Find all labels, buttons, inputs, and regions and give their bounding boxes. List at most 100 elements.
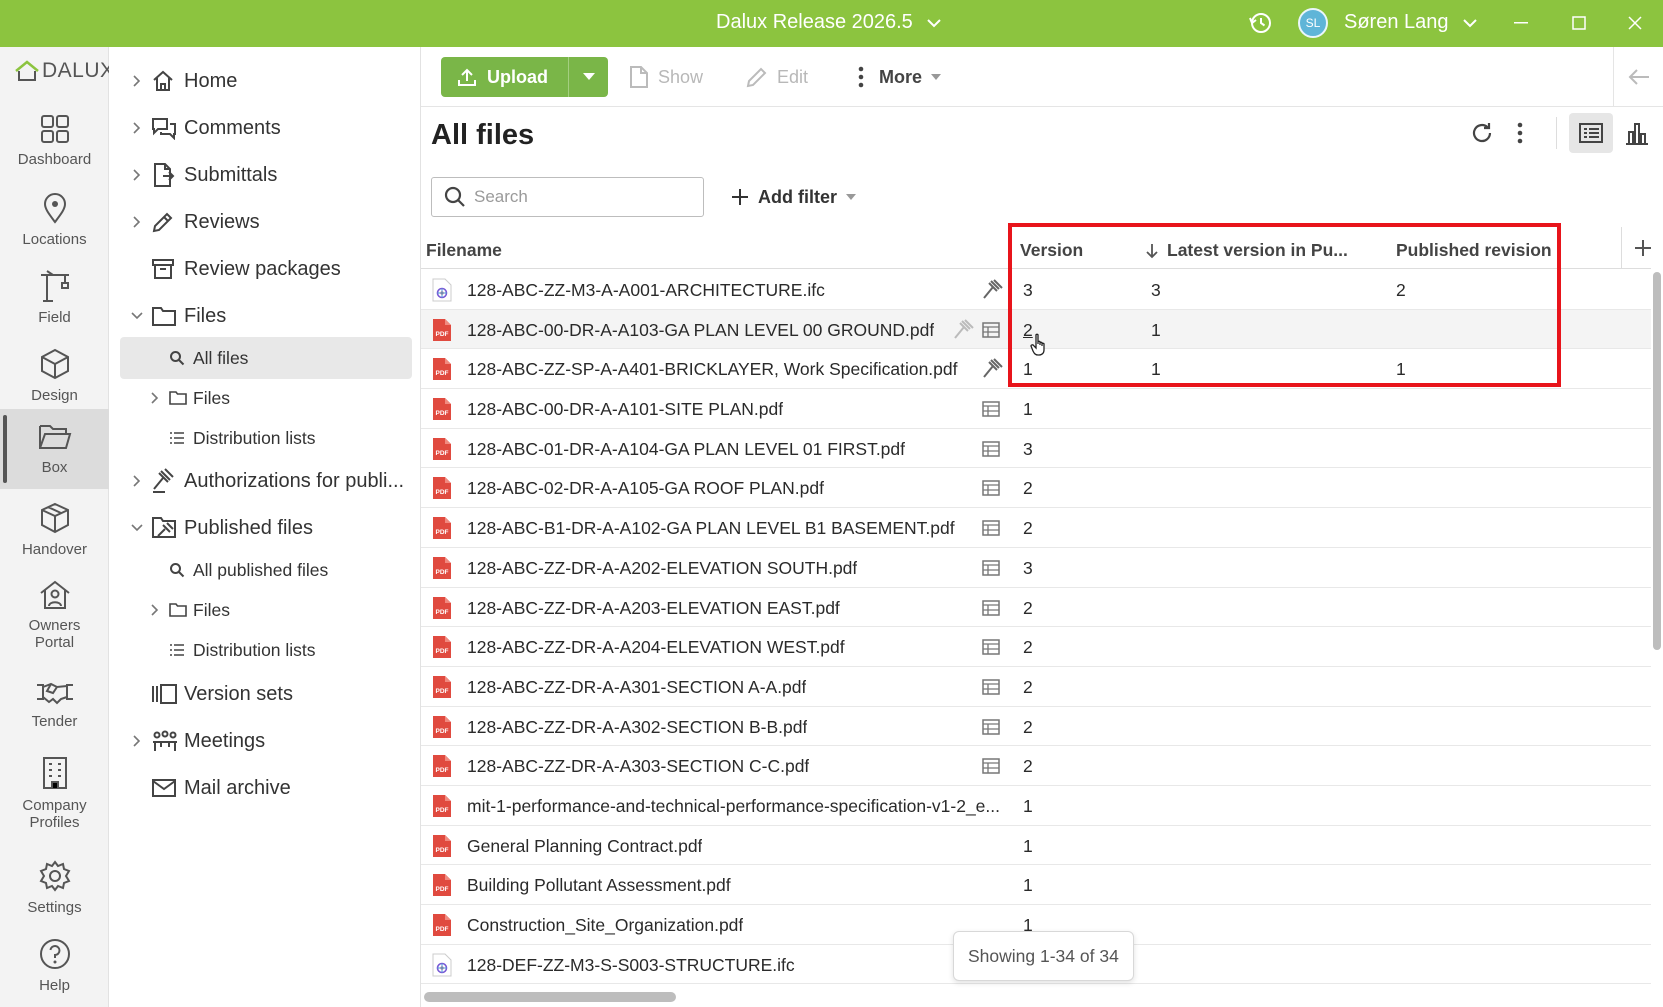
upload-button[interactable]: Upload [441, 57, 568, 97]
drawing-sheet-icon[interactable] [982, 639, 1000, 660]
table-row[interactable]: PDF 128-ABC-ZZ-DR-A-A203-ELEVATION EAST.p… [421, 588, 1651, 628]
filename-cell[interactable]: 128-ABC-ZZ-DR-A-A302-SECTION B-B.pdf [467, 717, 807, 738]
drawing-sheet-icon[interactable] [982, 599, 1000, 621]
maximize-button[interactable] [1564, 8, 1594, 38]
table-row[interactable]: PDF 128-ABC-02-DR-A-A105-GA ROOF PLAN.pdf… [421, 468, 1651, 509]
rail-item-field[interactable]: Field [0, 263, 109, 335]
chevron-right-icon[interactable] [131, 475, 143, 487]
drawing-sheet-icon[interactable] [982, 441, 1000, 462]
filename-cell[interactable]: Building Pollutant Assessment.pdf [467, 875, 731, 896]
table-row[interactable]: PDF 128-ABC-ZZ-DR-A-A202-ELEVATION SOUTH.… [421, 548, 1651, 588]
rail-item-help[interactable]: Help [0, 931, 109, 1003]
chart-view-button[interactable] [1617, 113, 1657, 153]
version-cell[interactable]: 1 [1023, 399, 1033, 420]
authorization-icon[interactable] [982, 279, 1004, 306]
chevron-right-icon[interactable] [149, 604, 161, 616]
filename-cell[interactable]: Construction_Site_Organization.pdf [467, 915, 743, 936]
table-row[interactable]: PDF 128-ABC-ZZ-DR-A-A303-SECTION C-C.pdf 2 [421, 746, 1651, 786]
user-menu[interactable]: Søren Lang [1344, 11, 1477, 34]
rail-item-handover[interactable]: Handover [0, 495, 109, 567]
filename-cell[interactable]: 128-ABC-ZZ-DR-A-A202-ELEVATION SOUTH.pdf [467, 558, 857, 579]
vertical-scrollbar[interactable] [1653, 272, 1661, 650]
tree-item-reviews[interactable]: Reviews [109, 201, 421, 243]
table-row[interactable]: PDF 128-ABC-B1-DR-A-A102-GA PLAN LEVEL B1… [421, 508, 1651, 548]
table-row[interactable]: PDF mit-1-performance-and-technical-perfo… [421, 786, 1651, 826]
drawing-sheet-icon[interactable] [982, 480, 1000, 501]
tree-item-files-sub[interactable]: Files [109, 377, 421, 419]
authorization-icon[interactable] [982, 358, 1004, 385]
version-cell[interactable]: 1 [1023, 359, 1033, 380]
release-selector[interactable]: Dalux Release 2026.5 [716, 11, 941, 34]
rail-item-tender[interactable]: Tender [0, 671, 109, 743]
search-field[interactable] [431, 177, 704, 217]
drawing-sheet-icon[interactable] [982, 321, 1000, 343]
tree-item-published-files-sub[interactable]: Files [109, 589, 421, 631]
tree-item-meetings[interactable]: Meetings [109, 720, 421, 762]
column-version[interactable]: Version [1020, 240, 1083, 261]
refresh-button[interactable] [1462, 113, 1502, 153]
avatar[interactable]: SL [1298, 8, 1328, 38]
filename-cell[interactable]: 128-ABC-ZZ-DR-A-A204-ELEVATION WEST.pdf [467, 637, 845, 658]
version-cell[interactable]: 2 [1023, 637, 1033, 658]
upload-dropdown-button[interactable] [568, 57, 608, 97]
version-cell[interactable]: 1 [1023, 796, 1033, 817]
filename-cell[interactable]: 128-ABC-ZZ-M3-A-A001-ARCHITECTURE.ifc [467, 280, 825, 301]
filename-cell[interactable]: 128-ABC-ZZ-DR-A-A203-ELEVATION EAST.pdf [467, 598, 840, 619]
close-button[interactable] [1620, 8, 1650, 38]
table-row[interactable]: PDF 128-ABC-01-DR-A-A104-GA PLAN LEVEL 01… [421, 429, 1651, 469]
minimize-button[interactable] [1506, 8, 1536, 38]
table-row[interactable]: PDF General Planning Contract.pdf 1 [421, 826, 1651, 866]
version-cell[interactable]: 1 [1023, 836, 1033, 857]
table-row[interactable]: PDF 128-ABC-ZZ-DR-A-A301-SECTION A-A.pdf 2 [421, 667, 1651, 707]
rail-item-company-profiles[interactable]: Company Profiles [0, 749, 109, 841]
tree-item-version-sets[interactable]: Version sets [109, 673, 421, 715]
filename-cell[interactable]: 128-ABC-ZZ-SP-A-A401-BRICKLAYER, Work Sp… [467, 359, 958, 380]
rail-item-dashboard[interactable]: Dashboard [0, 107, 109, 177]
list-view-button[interactable] [1569, 113, 1613, 153]
show-button[interactable]: Show [629, 57, 703, 97]
tree-item-submittals[interactable]: Submittals [109, 154, 421, 196]
horizontal-scrollbar[interactable] [424, 992, 676, 1002]
version-cell[interactable]: 3 [1023, 280, 1033, 301]
edit-button[interactable]: Edit [746, 57, 808, 97]
version-cell[interactable]: 1 [1023, 875, 1033, 896]
column-latest-version[interactable]: Latest version in Pu... [1145, 240, 1348, 261]
version-cell[interactable]: 3 [1023, 439, 1033, 460]
version-cell[interactable]: 2 [1023, 717, 1033, 738]
filename-cell[interactable]: 128-ABC-ZZ-DR-A-A301-SECTION A-A.pdf [467, 677, 806, 698]
tree-item-home[interactable]: Home [109, 60, 421, 102]
chevron-right-icon[interactable] [131, 122, 143, 134]
chevron-right-icon[interactable] [131, 735, 143, 747]
drawing-sheet-icon[interactable] [982, 520, 1000, 541]
version-cell[interactable]: 2 [1023, 756, 1033, 777]
table-row[interactable]: PDF 128-ABC-ZZ-DR-A-A204-ELEVATION WEST.p… [421, 627, 1651, 667]
table-row[interactable]: 128-ABC-ZZ-M3-A-A001-ARCHITECTURE.ifc 3 3 2 [421, 270, 1651, 310]
tree-item-review-packages[interactable]: Review packages [109, 248, 421, 290]
rail-item-owners-portal[interactable]: Owners Portal [0, 573, 109, 659]
table-row[interactable]: PDF 128-ABC-00-DR-A-A101-SITE PLAN.pdf 1 [421, 389, 1651, 429]
chevron-down-icon[interactable] [131, 524, 143, 532]
filename-cell[interactable]: 128-ABC-00-DR-A-A101-SITE PLAN.pdf [467, 399, 783, 420]
tree-item-distribution-lists[interactable]: Distribution lists [109, 417, 421, 459]
drawing-sheet-icon[interactable] [982, 679, 1000, 700]
chevron-right-icon[interactable] [131, 169, 143, 181]
filename-cell[interactable]: mit-1-performance-and-technical-performa… [467, 796, 1000, 817]
add-column-button[interactable] [1621, 227, 1663, 269]
rail-item-design[interactable]: Design [0, 341, 109, 413]
chevron-down-icon[interactable] [131, 312, 143, 320]
filename-cell[interactable]: 128-ABC-01-DR-A-A104-GA PLAN LEVEL 01 FI… [467, 439, 905, 460]
column-published-revision[interactable]: Published revision [1396, 240, 1552, 261]
filename-cell[interactable]: 128-ABC-B1-DR-A-A102-GA PLAN LEVEL B1 BA… [467, 518, 955, 539]
drawing-sheet-icon[interactable] [982, 758, 1000, 779]
more-button[interactable]: More [858, 57, 942, 97]
rail-item-locations[interactable]: Locations [0, 185, 109, 257]
add-filter-button[interactable]: Add filter [731, 179, 856, 215]
version-cell[interactable]: 2 [1023, 478, 1033, 499]
filename-cell[interactable]: 128-ABC-00-DR-A-A103-GA PLAN LEVEL 00 GR… [467, 320, 934, 341]
rail-item-box[interactable]: Box [0, 409, 109, 489]
tree-item-all-files[interactable]: All files [120, 337, 412, 379]
tree-item-authorizations[interactable]: Authorizations for publi... [109, 460, 421, 502]
chevron-right-icon[interactable] [131, 216, 143, 228]
chevron-right-icon[interactable] [149, 392, 161, 404]
column-filename[interactable]: Filename [426, 240, 502, 261]
